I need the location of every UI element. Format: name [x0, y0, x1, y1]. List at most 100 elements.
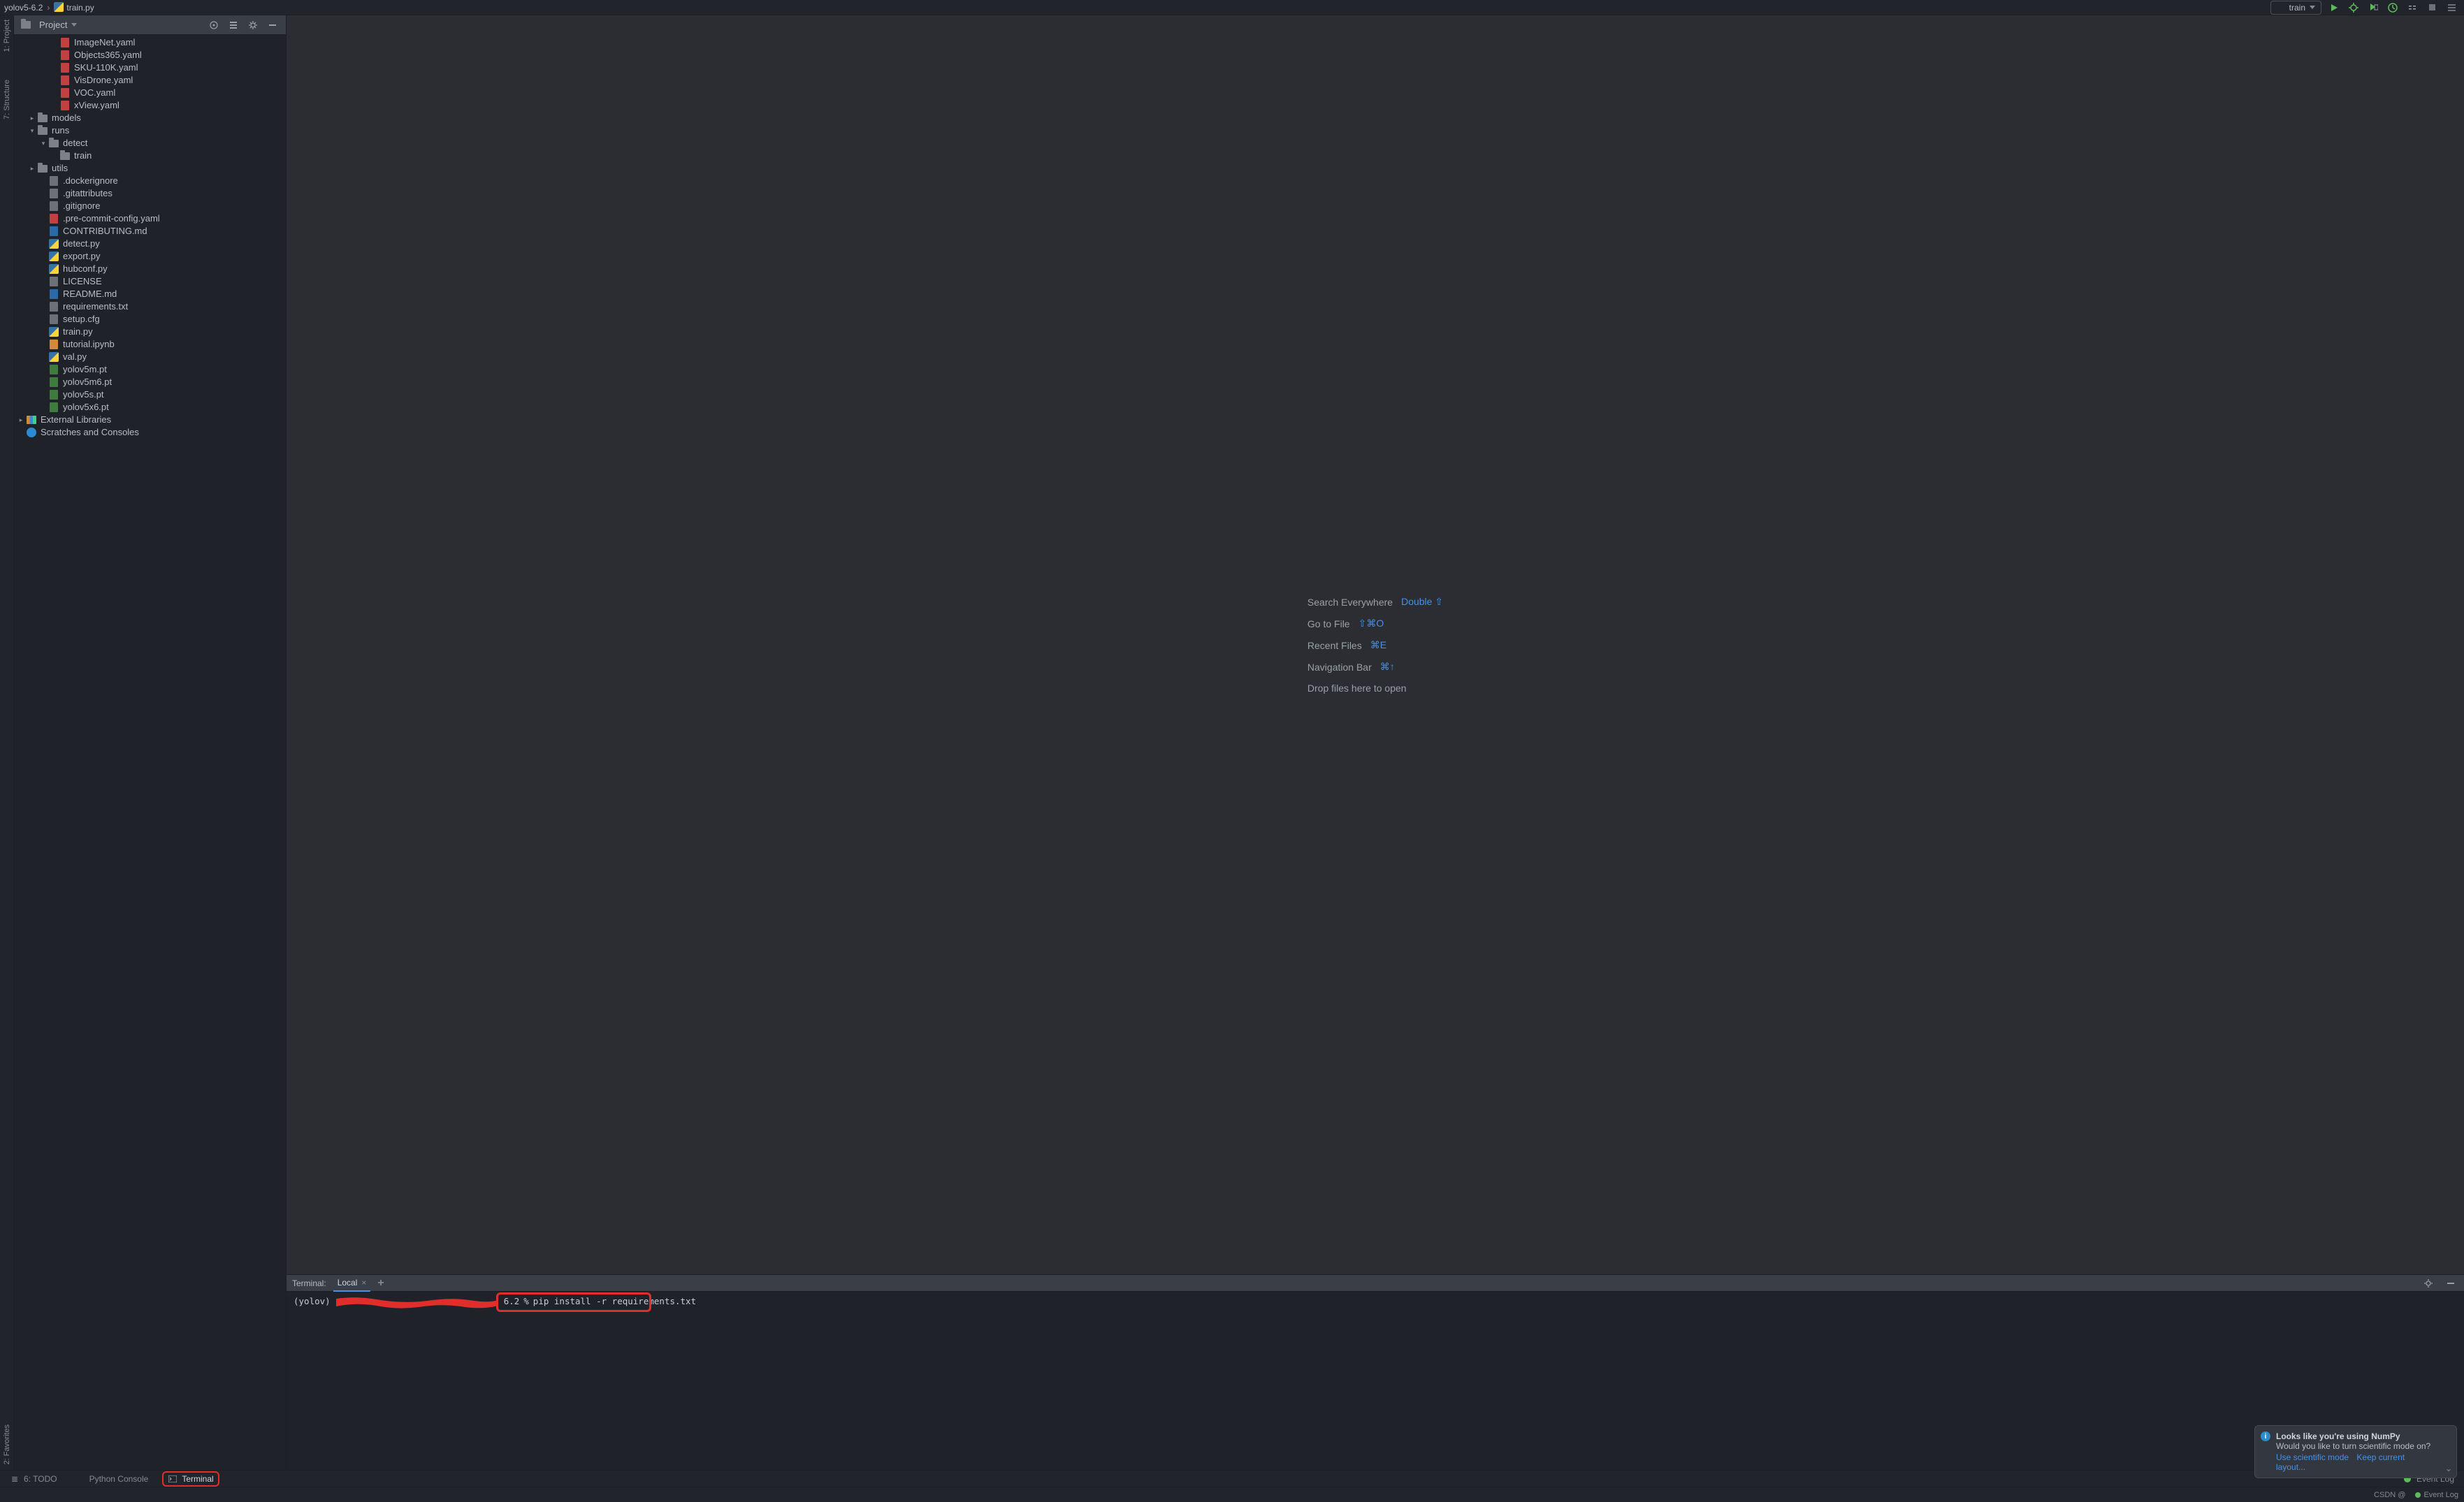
file-icon [48, 301, 60, 312]
file-icon [48, 326, 60, 337]
project-view-selector[interactable]: Project [20, 20, 77, 31]
tree-item-file[interactable]: detect.py [14, 238, 286, 250]
tree-item-runs[interactable]: ▾runs [14, 124, 286, 137]
tree-item-label: External Libraries [41, 414, 111, 426]
tree-item-file[interactable]: requirements.txt [14, 300, 286, 313]
profile-button[interactable] [2386, 1, 2400, 15]
tree-item-yaml[interactable]: ImageNet.yaml [14, 36, 286, 49]
coverage-button[interactable] [2366, 1, 2380, 15]
file-icon [48, 314, 60, 325]
chevron-down-icon[interactable]: ⌄ [2445, 1464, 2452, 1473]
rail-tab-structure[interactable]: 7: Structure [3, 80, 11, 119]
search-everywhere-button[interactable] [2444, 1, 2458, 15]
tree-item-file[interactable]: .gitignore [14, 200, 286, 212]
tree-item-utils[interactable]: ▸utils [14, 162, 286, 175]
run-button[interactable] [2327, 1, 2341, 15]
file-icon [48, 238, 60, 249]
debug-button[interactable] [2347, 1, 2361, 15]
tree-item-file[interactable]: .gitattributes [14, 187, 286, 200]
tree-item-external-libraries[interactable]: ▸ External Libraries [14, 414, 286, 426]
bottom-tab-terminal[interactable]: Terminal [162, 1471, 219, 1487]
notification-link-scientific[interactable]: Use scientific mode [2276, 1452, 2349, 1462]
tree-arrow-icon: ▸ [28, 112, 36, 124]
status-dot-icon [2415, 1492, 2421, 1498]
tree-item-file[interactable]: val.py [14, 351, 286, 363]
terminal-new-tab-button[interactable]: + [377, 1277, 384, 1290]
bottom-tab-todo[interactable]: ≣6: TODO [6, 1473, 61, 1485]
tree-item-file[interactable]: .pre-commit-config.yaml [14, 212, 286, 225]
rail-tab-project[interactable]: 1: Project [3, 20, 11, 52]
settings-button[interactable] [245, 17, 261, 33]
tree-item-models[interactable]: ▸ models [14, 112, 286, 124]
file-icon [59, 37, 71, 48]
file-icon [48, 351, 60, 363]
stop-button[interactable] [2425, 1, 2439, 15]
tree-item-label: train [74, 150, 92, 162]
tree-item-file[interactable]: CONTRIBUTING.md [14, 225, 286, 238]
tree-item-file[interactable]: yolov5s.pt [14, 388, 286, 401]
close-icon[interactable]: × [361, 1278, 366, 1288]
tree-item-label: VisDrone.yaml [74, 74, 133, 87]
file-icon [36, 163, 49, 174]
tree-item-yaml[interactable]: Objects365.yaml [14, 49, 286, 61]
status-event-log[interactable]: Event Log [2415, 1491, 2458, 1499]
tree-item-yaml[interactable]: SKU-110K.yaml [14, 61, 286, 74]
bottom-tab-python-console[interactable]: Python Console [71, 1473, 153, 1485]
terminal-hide-button[interactable] [2443, 1276, 2458, 1291]
breadcrumb-separator: › [47, 3, 50, 13]
editor-empty-state: Search EverywhereDouble ⇧ Go to File⇧⌘O … [287, 15, 2464, 1274]
redacted-user-host [335, 1296, 500, 1311]
tree-item-file[interactable]: yolov5x6.pt [14, 401, 286, 414]
file-icon [59, 87, 71, 99]
tree-item-file[interactable]: tutorial.ipynb [14, 338, 286, 351]
tree-item-file[interactable]: hubconf.py [14, 263, 286, 275]
project-tree[interactable]: ImageNet.yamlObjects365.yamlSKU-110K.yam… [14, 35, 286, 1470]
tree-item-detect[interactable]: ▾detect [14, 137, 286, 150]
tree-item-yaml[interactable]: VOC.yaml [14, 87, 286, 99]
tree-item-file[interactable]: setup.cfg [14, 313, 286, 326]
breadcrumb: yolov5-6.2 › train.py [4, 2, 94, 13]
breadcrumb-file[interactable]: train.py [54, 2, 94, 13]
tree-item-label: Objects365.yaml [74, 49, 142, 61]
tree-item-label: models [52, 112, 81, 124]
hint-search-label: Search Everywhere [1307, 597, 1393, 608]
project-tool-window: Project ImageNet.yamlObjects365.yamlSKU-… [14, 15, 287, 1470]
breadcrumb-root[interactable]: yolov5-6.2 [4, 3, 43, 13]
terminal-tab-local[interactable]: Local × [333, 1275, 371, 1292]
rail-tab-favorites[interactable]: 2: Favorites [3, 1424, 11, 1464]
tree-item-file[interactable]: README.md [14, 288, 286, 300]
tree-item-file[interactable]: LICENSE [14, 275, 286, 288]
terminal-settings-button[interactable] [2421, 1276, 2436, 1291]
file-icon [25, 427, 38, 438]
tree-item-train[interactable]: train [14, 150, 286, 162]
file-icon [48, 213, 60, 224]
terminal-env: (yolov) [293, 1296, 331, 1306]
editor-area[interactable]: Search EverywhereDouble ⇧ Go to File⇧⌘O … [287, 15, 2464, 1470]
hide-button[interactable] [265, 17, 280, 33]
tree-item-yaml[interactable]: xView.yaml [14, 99, 286, 112]
tree-item-file[interactable]: yolov5m.pt [14, 363, 286, 376]
tree-item-label: detect.py [63, 238, 100, 250]
expand-all-button[interactable] [226, 17, 241, 33]
file-icon [48, 251, 60, 262]
file-icon [48, 226, 60, 237]
python-icon [2277, 3, 2285, 12]
terminal-body[interactable]: (yolov) 6.2 % pip install -r requirement… [287, 1292, 2464, 1470]
tree-arrow-icon: ▸ [17, 414, 25, 426]
tree-item-scratches[interactable]: Scratches and Consoles [14, 426, 286, 439]
terminal-tool-window: Terminal: Local × + (yolov) 6.2 % [287, 1274, 2464, 1470]
locate-button[interactable] [206, 17, 222, 33]
tree-item-file[interactable]: yolov5m6.pt [14, 376, 286, 388]
file-icon [48, 263, 60, 275]
top-nav-bar: yolov5-6.2 › train.py train [0, 0, 2464, 15]
tree-item-yaml[interactable]: VisDrone.yaml [14, 74, 286, 87]
tree-item-label: .dockerignore [63, 175, 118, 187]
run-config-selector[interactable]: train [2270, 1, 2321, 15]
tree-item-file[interactable]: .dockerignore [14, 175, 286, 187]
tree-arrow-icon: ▸ [28, 162, 36, 175]
attach-button[interactable] [2405, 1, 2419, 15]
annotation-highlight-box [496, 1292, 651, 1312]
tree-item-label: hubconf.py [63, 263, 108, 275]
tree-item-file[interactable]: train.py [14, 326, 286, 338]
tree-item-file[interactable]: export.py [14, 250, 286, 263]
